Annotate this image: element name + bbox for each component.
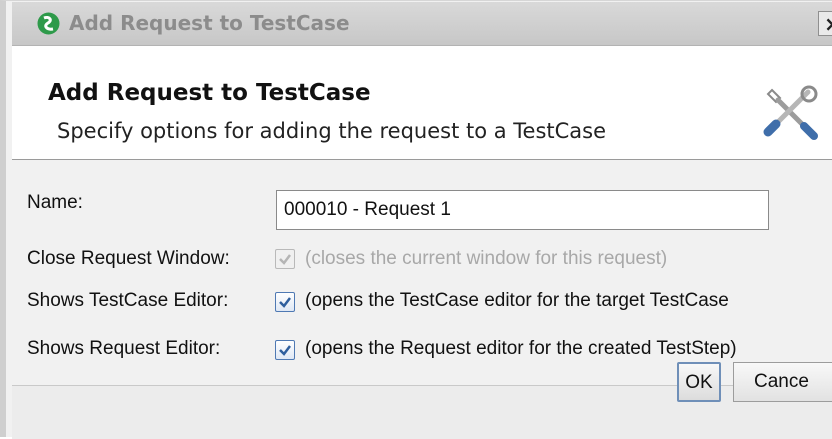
check-icon [279, 254, 291, 265]
shows-testcase-label: Shows TestCase Editor: [27, 290, 229, 311]
close-button[interactable]: × [818, 11, 832, 36]
window-title: Add Request to TestCase [69, 11, 350, 35]
close-window-desc: (closes the current window for this requ… [305, 248, 668, 269]
close-window-label: Close Request Window: [27, 248, 230, 269]
shows-testcase-checkbox[interactable] [275, 292, 295, 312]
ok-button[interactable]: OK [677, 362, 721, 402]
cancel-button[interactable]: Cance [733, 362, 832, 402]
check-icon [279, 297, 291, 308]
close-window-checkbox[interactable] [275, 249, 295, 269]
name-input[interactable]: 000010 - Request 1 [276, 190, 769, 230]
check-icon [279, 345, 291, 356]
shows-request-checkbox[interactable] [275, 340, 295, 360]
title-bar[interactable]: Add Request to TestCase × [12, 2, 832, 46]
shows-testcase-desc: (opens the TestCase editor for the targe… [305, 290, 729, 311]
header-subtitle: Specify options for adding the request t… [57, 119, 607, 143]
shows-request-desc: (opens the Request editor for the create… [305, 338, 737, 359]
tools-icon [763, 85, 818, 140]
shows-request-label: Shows Request Editor: [27, 338, 221, 359]
soapui-icon [37, 12, 60, 35]
header-title: Add Request to TestCase [48, 80, 371, 106]
name-label: Name: [27, 192, 83, 213]
dialog-header: Add Request to TestCase Specify options … [12, 46, 832, 160]
